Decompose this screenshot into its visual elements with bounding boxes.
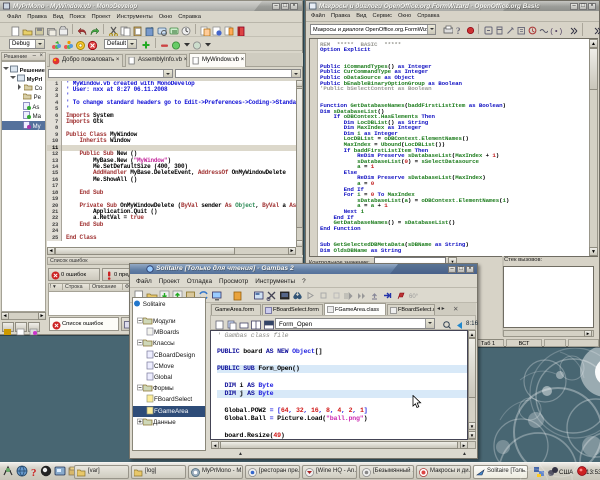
svg-text:?: ? [456,26,461,36]
svg-text:?: ? [31,467,37,479]
svg-text:60°: 60° [409,294,419,300]
svg-text:(•): (•) [549,29,563,37]
